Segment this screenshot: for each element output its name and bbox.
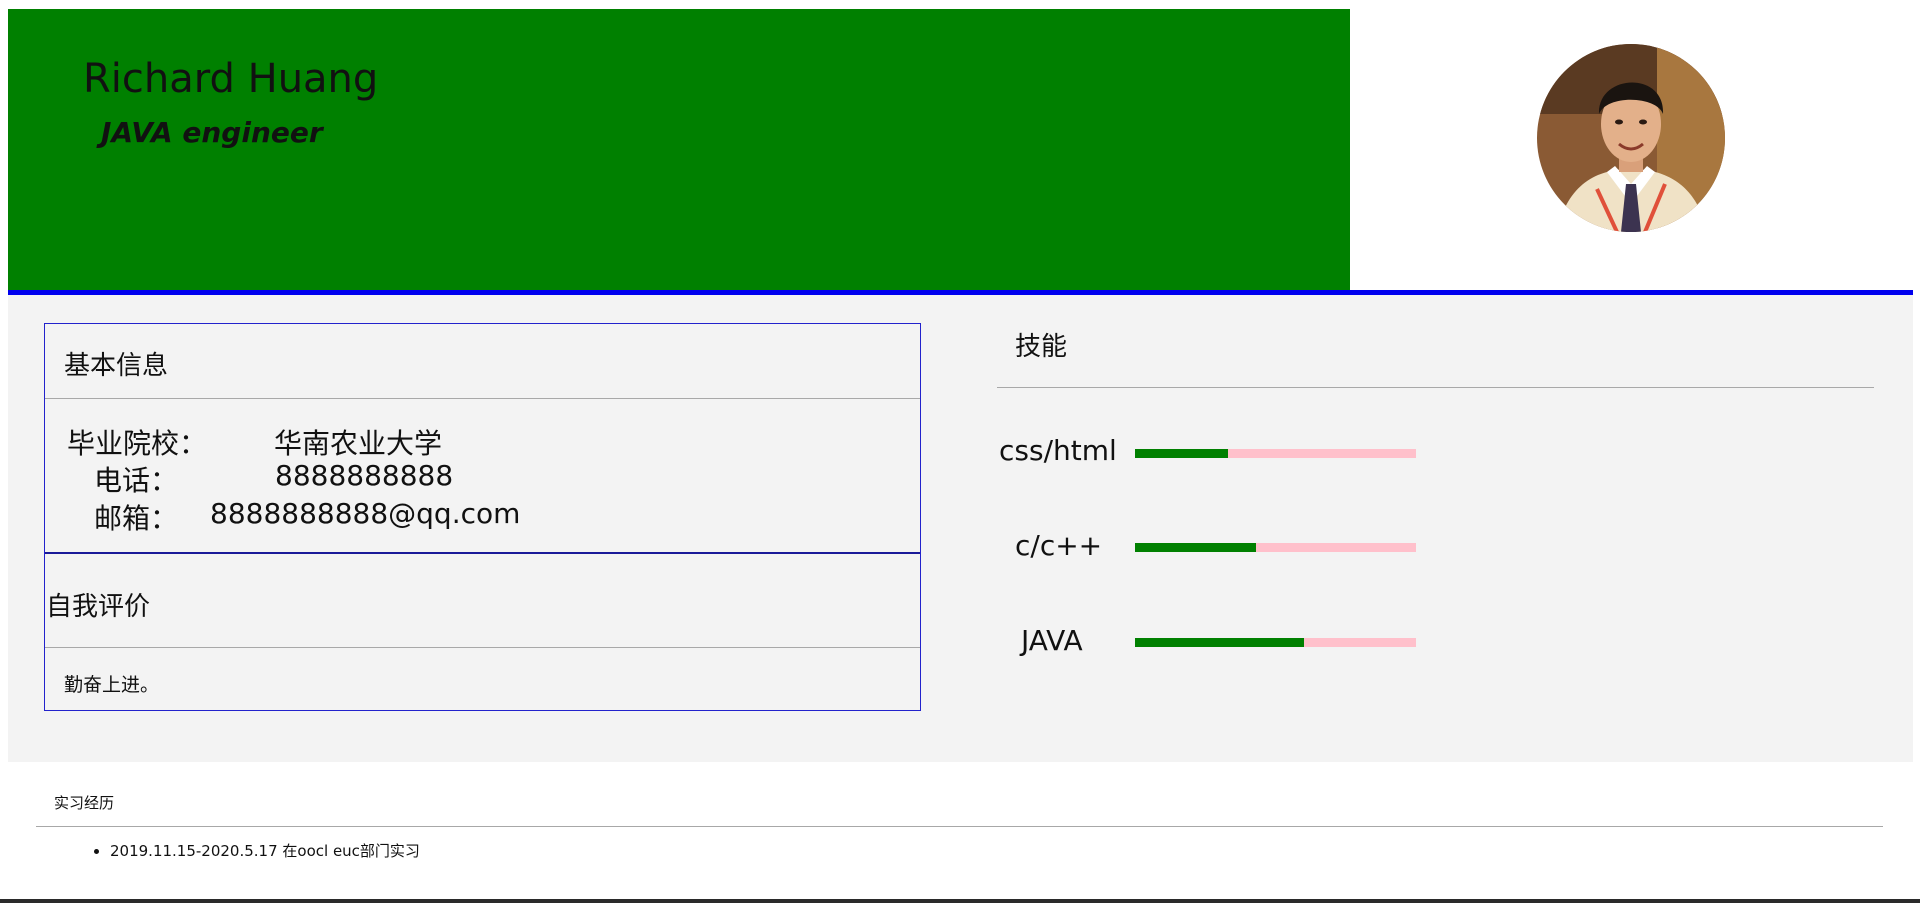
bottom-edge bbox=[0, 899, 1920, 903]
skills-title: 技能 bbox=[1015, 332, 1068, 362]
job-title: JAVA engineer bbox=[101, 116, 323, 149]
skill-fill bbox=[1135, 449, 1228, 458]
person-name: Richard Huang bbox=[83, 56, 379, 102]
skill-bar-java bbox=[1135, 638, 1416, 647]
info-value: 8888888888@qq.com bbox=[210, 497, 521, 530]
skill-name-css-html: css/html bbox=[999, 434, 1117, 467]
self-eval-text: 勤奋上进。 bbox=[64, 674, 160, 696]
self-eval-rule bbox=[45, 647, 920, 648]
info-value: 华南农业大学 bbox=[274, 427, 443, 460]
skill-fill bbox=[1135, 543, 1256, 552]
internship-rule bbox=[36, 826, 1883, 827]
info-label: 电话： bbox=[94, 464, 179, 497]
header-banner bbox=[8, 9, 1350, 290]
skill-name-c-cpp: c/c++ bbox=[1015, 529, 1103, 562]
skill-bar-c-cpp bbox=[1135, 543, 1416, 552]
profile-photo-icon bbox=[1537, 44, 1725, 232]
list-item: 2019.11.15-2020.5.17 在oocl euc部门实习 bbox=[110, 840, 420, 861]
skill-fill bbox=[1135, 638, 1304, 647]
self-eval-title: 自我评价 bbox=[46, 592, 151, 622]
skill-bar-css-html bbox=[1135, 449, 1416, 458]
avatar bbox=[1537, 44, 1725, 232]
skills-rule bbox=[997, 387, 1874, 388]
basic-info-rule bbox=[45, 398, 920, 399]
info-label: 邮箱： bbox=[94, 502, 179, 535]
card-divider bbox=[45, 552, 920, 554]
basic-info-title: 基本信息 bbox=[64, 351, 169, 381]
internship-list: 2019.11.15-2020.5.17 在oocl euc部门实习 bbox=[74, 840, 420, 861]
internship-title: 实习经历 bbox=[54, 794, 115, 812]
skill-name-java: JAVA bbox=[1021, 624, 1083, 657]
info-label: 毕业院校： bbox=[67, 427, 208, 460]
info-value: 8888888888 bbox=[275, 459, 454, 492]
